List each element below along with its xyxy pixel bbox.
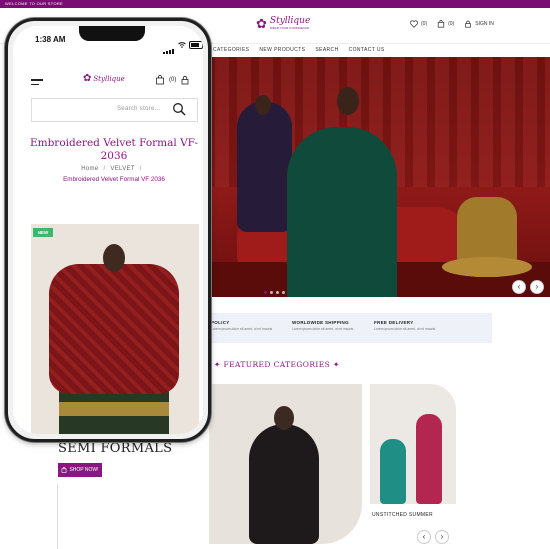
hero-next-button[interactable]: › — [530, 280, 544, 294]
wishlist-count: (0) — [421, 21, 428, 27]
shop-now-button[interactable]: SHOP NOW! — [58, 463, 102, 477]
feature-delivery: FREE DELIVERY Lorem ipsum dolor sit amet… — [374, 320, 435, 331]
site-logo[interactable]: ✿ Styllique WEAR YOUR CONFIDENCE — [256, 16, 311, 31]
breadcrumb: Home / VELVET / — [81, 166, 142, 172]
feature-shipping: WORLDWIDE SHIPPING Lorem ipsum dolor sit… — [292, 320, 353, 331]
category-pager: ‹ › — [417, 530, 449, 544]
feature-desc: Lorem ipsum dolor sit amet, ut mi mauris — [211, 327, 273, 331]
phone-search-input[interactable]: Search store... — [31, 98, 198, 122]
category-card-unstitched-summer[interactable] — [370, 384, 456, 504]
wifi-icon — [178, 42, 186, 48]
lock-icon[interactable] — [180, 75, 190, 85]
hero-brass-plate — [442, 257, 532, 277]
category-next-button[interactable]: › — [435, 530, 449, 544]
slide-dot[interactable] — [270, 291, 273, 294]
shop-now-label: SHOP NOW! — [69, 467, 99, 473]
announcement-bar: WELCOME TO OUR STORE — [0, 0, 550, 8]
signal-icon — [163, 36, 175, 54]
nav-search[interactable]: SEARCH — [315, 47, 338, 53]
category-label-unstitched[interactable]: UNSTITCHED SUMMER — [372, 512, 433, 518]
signin-link[interactable]: SIGN IN — [464, 20, 494, 28]
feature-title: WORLDWIDE SHIPPING — [292, 320, 349, 325]
signin-label: SIGN IN — [475, 21, 494, 27]
feature-policy: POLICY Lorem ipsum dolor sit amet, ut mi… — [211, 320, 272, 331]
slide-dot[interactable] — [276, 291, 279, 294]
category-model-teal — [380, 439, 406, 504]
category-model-dress — [249, 424, 319, 544]
breadcrumb-current: Embroidered Velvet Formal VF 2036 — [63, 176, 165, 183]
new-badge: NEW — [33, 228, 53, 237]
product-hem-border — [59, 402, 169, 416]
search-placeholder: Search store... — [117, 106, 161, 112]
product-model-head — [103, 244, 125, 272]
wishlist-link[interactable]: (0) — [410, 20, 427, 28]
featured-categories-text: FEATURED CATEGORIES — [223, 360, 331, 369]
hero-model-seated-head — [255, 95, 271, 115]
bag-icon — [62, 467, 67, 473]
heart-icon — [410, 20, 418, 28]
lock-icon — [465, 20, 472, 28]
phone-cart[interactable]: (0) — [155, 75, 190, 85]
breadcrumb-home[interactable]: Home — [81, 166, 98, 172]
hero-slide-dots — [264, 291, 285, 294]
feature-desc: Lorem ipsum dolor sit amet, ut mi mauris — [374, 327, 436, 331]
search-icon[interactable] — [172, 102, 186, 116]
product-image[interactable] — [31, 224, 199, 434]
breadcrumb-category[interactable]: VELVET — [110, 166, 134, 172]
hero-banner[interactable] — [207, 57, 550, 297]
category-prev-button[interactable]: ‹ — [417, 530, 431, 544]
nav-contact-us[interactable]: CONTACT US — [349, 47, 385, 53]
bag-icon — [437, 20, 445, 28]
product-shawl — [49, 264, 179, 394]
cart-count: (0) — [448, 21, 455, 27]
phone-notch — [79, 26, 145, 41]
hamburger-menu-icon[interactable] — [31, 79, 43, 88]
feature-title: FREE DELIVERY — [374, 320, 414, 325]
section-divider — [57, 484, 58, 549]
phone-logo[interactable]: ✿ Styllique — [83, 73, 125, 84]
header-actions: (0) (0) SIGN IN — [410, 20, 494, 28]
status-time: 1:38 AM — [35, 35, 66, 44]
announcement-text: WELCOME TO OUR STORE — [5, 1, 64, 6]
nav-categories[interactable]: CATEGORIES — [213, 47, 249, 53]
phone-cart-count: (0) — [169, 77, 177, 83]
nav-new-products[interactable]: NEW PRODUCTS — [259, 47, 305, 53]
bag-icon — [156, 75, 164, 85]
status-icons — [163, 36, 203, 54]
category-model-head — [274, 406, 294, 430]
featured-categories-heading: ✦ FEATURED CATEGORIES ✦ — [214, 360, 340, 369]
phone-screen: 1:38 AM ✿ Styllique (0) Search store... … — [13, 26, 203, 434]
category-card-semi-formals[interactable] — [209, 384, 362, 544]
category-model-magenta — [416, 414, 442, 504]
hero-model-seated — [237, 102, 292, 232]
logo-name: Styllique — [269, 16, 311, 26]
slide-dot[interactable] — [282, 291, 285, 294]
phone-mockup: 1:38 AM ✿ Styllique (0) Search store... … — [5, 18, 211, 442]
feature-desc: Lorem ipsum dolor sit amet, ut mi mauris — [292, 327, 354, 331]
feature-title: POLICY — [211, 320, 230, 325]
product-title: Embroidered Velvet Formal VF-2036 — [29, 137, 199, 162]
phone-logo-name: Styllique — [93, 74, 125, 83]
hero-prev-button[interactable]: ‹ — [512, 280, 526, 294]
ornament-icon: ✦ — [330, 360, 340, 369]
logo-icon: ✿ — [256, 16, 267, 31]
battery-icon — [189, 41, 203, 49]
semi-formals-heading: SEMI FORMALS — [58, 441, 173, 456]
main-nav: CATEGORIES NEW PRODUCTS SEARCH CONTACT U… — [213, 47, 385, 53]
features-bar: POLICY Lorem ipsum dolor sit amet, ut mi… — [207, 313, 492, 343]
hero-model-main-head — [337, 87, 359, 115]
logo-tagline: WEAR YOUR CONFIDENCE — [269, 26, 310, 30]
logo-icon: ✿ — [83, 73, 92, 84]
cart-link[interactable]: (0) — [437, 20, 454, 28]
hero-model-main — [287, 127, 397, 297]
slide-dot[interactable] — [264, 291, 267, 294]
